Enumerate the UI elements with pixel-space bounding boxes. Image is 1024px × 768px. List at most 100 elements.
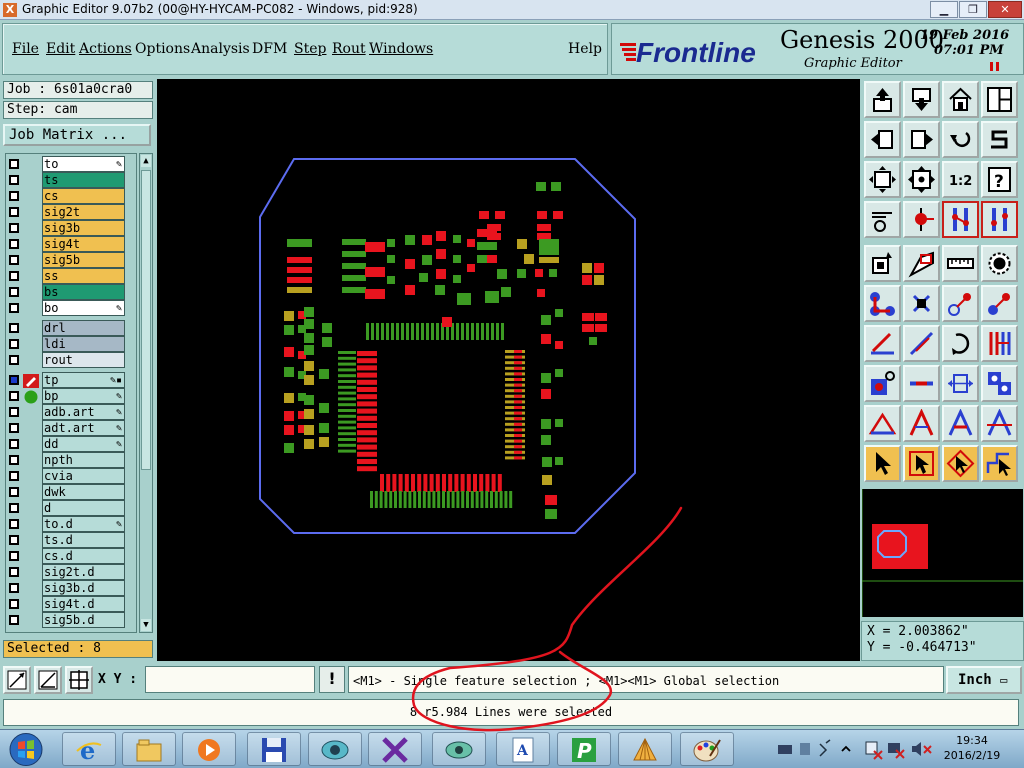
- close-button[interactable]: ✕: [988, 1, 1022, 18]
- layer-row[interactable]: ts: [7, 172, 125, 188]
- select-area-icon[interactable]: [903, 245, 940, 282]
- select-pointer-icon[interactable]: [864, 445, 901, 482]
- zoom-center-icon[interactable]: [903, 161, 940, 198]
- pads-group-icon[interactable]: [981, 365, 1018, 402]
- taskbar-genesis-eye[interactable]: [308, 732, 362, 766]
- select-pointer-box-icon[interactable]: [903, 445, 940, 482]
- move-feature-icon[interactable]: [942, 285, 979, 322]
- layer-checkbox[interactable]: [9, 223, 19, 233]
- pause-indicator[interactable]: [990, 62, 1000, 71]
- snap-angle-icon[interactable]: [34, 666, 62, 694]
- layer-checkbox[interactable]: [9, 339, 19, 349]
- layer-row[interactable]: ts.d: [7, 532, 125, 548]
- layer-row[interactable]: npth: [7, 452, 125, 468]
- taskbar-media-player[interactable]: [182, 732, 236, 766]
- scroll-down-icon[interactable]: ▼: [141, 619, 151, 631]
- layer-checkbox[interactable]: [9, 471, 19, 481]
- select-pointer-diamond-icon[interactable]: [942, 445, 979, 482]
- layer-row[interactable]: sig3b.d: [7, 580, 125, 596]
- layer-row[interactable]: drl: [7, 320, 125, 336]
- layer-row[interactable]: bp ✎: [7, 388, 125, 404]
- layer-row[interactable]: adb.art ✎: [7, 404, 125, 420]
- layer-checkbox[interactable]: [9, 535, 19, 545]
- menu-edit[interactable]: Edit: [46, 41, 75, 57]
- layer-checkbox[interactable]: [9, 207, 19, 217]
- overview-minimap[interactable]: [861, 488, 1024, 618]
- taskbar-ie[interactable]: e: [62, 732, 116, 766]
- snake-s-icon[interactable]: [981, 121, 1018, 158]
- layer-row[interactable]: ss: [7, 268, 125, 284]
- graphic-canvas[interactable]: [157, 79, 860, 661]
- layer-checkbox[interactable]: [9, 583, 19, 593]
- line-segment-icon[interactable]: [903, 365, 940, 402]
- diagonal-line-icon[interactable]: [903, 325, 940, 362]
- layer-row[interactable]: bo ✎: [7, 300, 125, 316]
- layer-row[interactable]: sig2t.d: [7, 564, 125, 580]
- snap-red-dot-icon[interactable]: [903, 201, 940, 238]
- pan-left-icon[interactable]: [864, 121, 901, 158]
- layer-checkbox[interactable]: [9, 271, 19, 281]
- layer-checkbox[interactable]: [9, 551, 19, 561]
- layer-row[interactable]: cs: [7, 188, 125, 204]
- minimize-button[interactable]: ▁: [930, 1, 958, 18]
- layer-row[interactable]: dwk: [7, 484, 125, 500]
- layer-row[interactable]: sig2t: [7, 204, 125, 220]
- pcb-board-view[interactable]: [157, 79, 860, 661]
- layer-checkbox[interactable]: [9, 255, 19, 265]
- menu-help[interactable]: Help: [568, 41, 602, 57]
- layer-checkbox[interactable]: [9, 239, 19, 249]
- tools-icon[interactable]: [864, 201, 901, 238]
- select-pad-icon[interactable]: [864, 245, 901, 282]
- menu-windows[interactable]: Windows: [369, 41, 433, 57]
- layer-row[interactable]: sig5b.d: [7, 612, 125, 628]
- taskbar-clock[interactable]: 19:34 2016/2/19: [938, 733, 1006, 767]
- layer-checkbox[interactable]: [9, 455, 19, 465]
- undo-icon[interactable]: [942, 121, 979, 158]
- layer-checkbox[interactable]: [9, 303, 19, 313]
- menu-actions[interactable]: Actions: [79, 41, 132, 57]
- layer-checkbox[interactable]: [9, 375, 19, 385]
- layer-row[interactable]: to.d ✎: [7, 516, 125, 532]
- triangle-red-icon[interactable]: [903, 405, 940, 442]
- net-nodes-icon[interactable]: [864, 285, 901, 322]
- layer-row[interactable]: sig4t: [7, 236, 125, 252]
- layer-row[interactable]: cvia: [7, 468, 125, 484]
- layer-checkbox[interactable]: [9, 355, 19, 365]
- xy-input[interactable]: [145, 666, 315, 693]
- layer-up-icon[interactable]: [864, 81, 901, 118]
- layer-checkbox[interactable]: [9, 175, 19, 185]
- angle-line-icon[interactable]: [864, 325, 901, 362]
- restore-button[interactable]: ❐: [959, 1, 987, 18]
- scroll-thumb[interactable]: [141, 170, 151, 470]
- taskbar-frontline-p[interactable]: P: [557, 732, 611, 766]
- layer-row[interactable]: sig5b: [7, 252, 125, 268]
- layer-checkbox[interactable]: [9, 567, 19, 577]
- taskbar-x-app[interactable]: [368, 732, 422, 766]
- connect-bars-icon[interactable]: [942, 201, 979, 238]
- copy-feature-icon[interactable]: [981, 285, 1018, 322]
- taskbar-paint[interactable]: [680, 732, 734, 766]
- layer-row[interactable]: cs.d: [7, 548, 125, 564]
- menu-step[interactable]: Step: [294, 41, 326, 57]
- layer-row[interactable]: tp ✎▪: [7, 372, 125, 388]
- triangle-split-icon[interactable]: [981, 405, 1018, 442]
- pad-add-icon[interactable]: [864, 365, 901, 402]
- warning-button[interactable]: !: [319, 666, 345, 693]
- ruler-icon[interactable]: [942, 245, 979, 282]
- layer-down-icon[interactable]: [903, 81, 940, 118]
- layer-row[interactable]: to ✎: [7, 156, 125, 172]
- layer-scrollbar[interactable]: ▲ ▼: [139, 153, 153, 633]
- route-pointer-icon[interactable]: [981, 445, 1018, 482]
- help-question-icon[interactable]: ?: [981, 161, 1018, 198]
- taskbar-explorer[interactable]: [122, 732, 176, 766]
- layer-checkbox[interactable]: [9, 323, 19, 333]
- taskbar-shell[interactable]: [618, 732, 672, 766]
- layer-checkbox[interactable]: [9, 407, 19, 417]
- delete-cross-icon[interactable]: [903, 285, 940, 322]
- snap-center-icon[interactable]: [65, 666, 93, 694]
- layer-checkbox[interactable]: [9, 503, 19, 513]
- scale-1-2-icon[interactable]: 1:2: [942, 161, 979, 198]
- layer-checkbox[interactable]: [9, 519, 19, 529]
- layer-row[interactable]: ldi: [7, 336, 125, 352]
- layer-row[interactable]: bs: [7, 284, 125, 300]
